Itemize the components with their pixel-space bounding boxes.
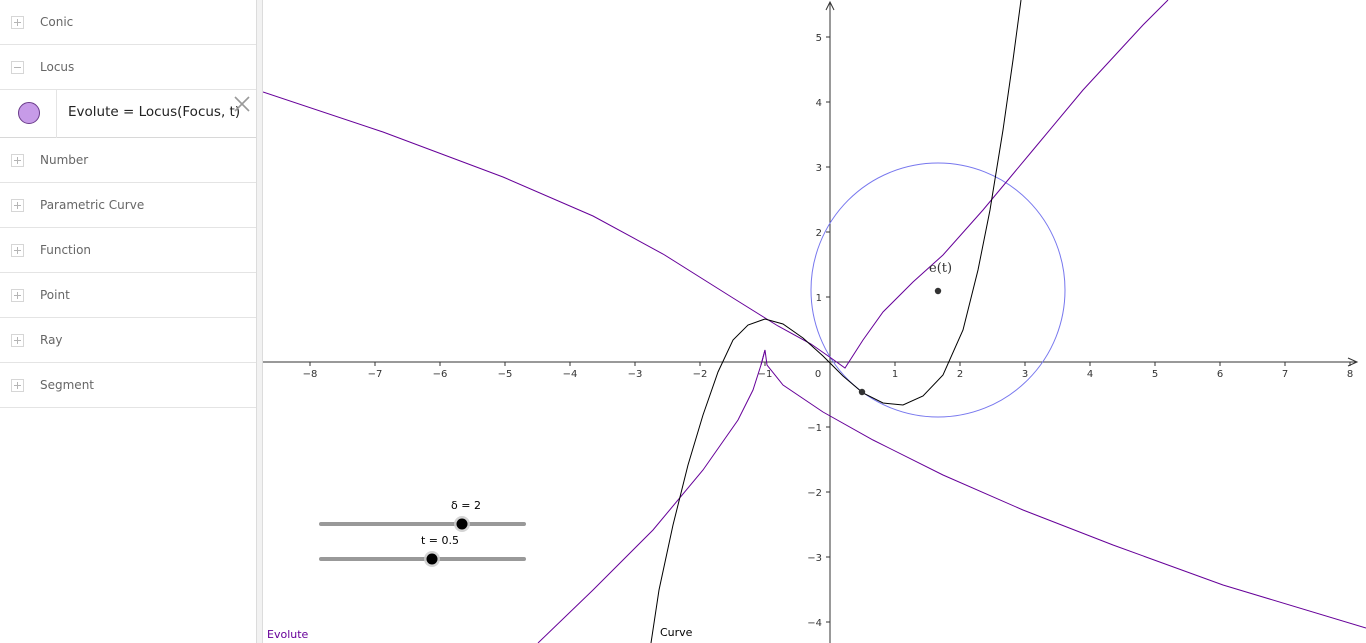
x-tick-label: 2: [957, 369, 963, 380]
curve-point[interactable]: [858, 388, 866, 396]
visibility-toggle-icon[interactable]: [18, 102, 40, 124]
x-tick-label: −8: [303, 369, 318, 380]
point-e-t[interactable]: [934, 287, 942, 295]
x-tick-label: −1: [758, 369, 773, 380]
expand-plus-icon[interactable]: [11, 16, 24, 29]
category-label: Ray: [40, 333, 63, 347]
curve[interactable]: [650, 0, 1022, 643]
slider-delta[interactable]: δ = 2: [319, 499, 526, 532]
x-tick-label: 5: [1152, 369, 1158, 380]
category-label: Segment: [40, 378, 94, 392]
category-parametric-curve[interactable]: Parametric Curve: [0, 183, 256, 228]
collapse-minus-icon[interactable]: [11, 61, 24, 74]
x-tick-label: −6: [433, 369, 448, 380]
evolute-label: Evolute: [267, 628, 309, 641]
category-label: Conic: [40, 15, 74, 29]
slider-t-label: t = 0.5: [421, 534, 459, 547]
category-label: Number: [40, 153, 89, 167]
graphics-canvas[interactable]: −8 −7 −6 −5 −4 −3 −2 −1 0 1 2 3 4 5 6 7 8 54321−1−2−3−4 …: [263, 0, 1366, 643]
y-tick-label: −3: [807, 553, 822, 564]
category-function[interactable]: Function: [0, 228, 256, 273]
algebra-view: Conic Locus Evolute = Locus(Focus, t) Nu…: [0, 0, 256, 643]
category-point[interactable]: Point: [0, 273, 256, 318]
x-tick-label: 6: [1217, 369, 1223, 380]
slider-t-handle-dot[interactable]: [426, 553, 438, 565]
algebra-item-evolute[interactable]: Evolute = Locus(Focus, t): [0, 90, 256, 138]
y-tick-label: 3: [816, 163, 822, 174]
evolute-branch-lower[interactable]: [537, 349, 1366, 643]
category-segment[interactable]: Segment: [0, 363, 256, 408]
y-tick-label: −1: [807, 423, 822, 434]
x-tick-label: −3: [628, 369, 643, 380]
object-definition[interactable]: Evolute = Locus(Focus, t): [68, 90, 240, 134]
expand-plus-icon[interactable]: [11, 289, 24, 302]
x-tick-label: −4: [563, 369, 578, 380]
y-tick-label: 5: [816, 33, 822, 44]
curve-label: Curve: [660, 626, 693, 639]
evolute-branch-left[interactable]: [263, 0, 1169, 369]
y-tick-label: −2: [807, 488, 822, 499]
x-tick-label: −2: [693, 369, 708, 380]
category-label: Function: [40, 243, 92, 257]
y-axis-ticks: 5 4 3 2 1 −1 −2 −3 −4: [807, 33, 830, 629]
slider-delta-handle-dot[interactable]: [456, 518, 468, 530]
expand-plus-icon[interactable]: [11, 334, 24, 347]
x-tick-label: 7: [1282, 369, 1288, 380]
slider-delta-label: δ = 2: [451, 499, 481, 512]
y-tick-label: −4: [807, 618, 822, 629]
expand-plus-icon[interactable]: [11, 154, 24, 167]
y-tick-label: 4: [816, 98, 822, 109]
expand-plus-icon[interactable]: [11, 199, 24, 212]
category-locus[interactable]: Locus: [0, 45, 256, 90]
y-tick-label: 2: [816, 228, 822, 239]
category-label: Locus: [40, 60, 75, 74]
category-label: Parametric Curve: [40, 198, 145, 212]
close-icon[interactable]: [232, 94, 252, 114]
expand-plus-icon[interactable]: [11, 379, 24, 392]
expand-plus-icon[interactable]: [11, 244, 24, 257]
x-tick-label: −5: [498, 369, 513, 380]
x-tick-label: 0: [815, 369, 821, 380]
graphics-view[interactable]: −8 −7 −6 −5 −4 −3 −2 −1 0 1 2 3 4 5 6 7 8 5 4 3 2 1 −1 −2 −3 −4 …: [263, 0, 1366, 643]
category-conic[interactable]: Conic: [0, 0, 256, 45]
y-tick-label: 1: [816, 293, 822, 304]
evolute-cusp-top[interactable]: [760, 349, 766, 366]
item-separator: [56, 90, 57, 138]
x-tick-label: 4: [1087, 369, 1093, 380]
category-label: Point: [40, 288, 70, 302]
slider-t[interactable]: t = 0.5: [319, 534, 526, 567]
point-label-e-t: e(t): [929, 261, 952, 276]
view-splitter[interactable]: [256, 0, 263, 643]
x-tick-label: 3: [1022, 369, 1028, 380]
x-axis-ticks: −8 −7 −6 −5 −4 −3 −2 −1 0 1 2 3 4 5 6 7 8: [303, 362, 1353, 380]
x-tick-label: −7: [368, 369, 383, 380]
x-tick-label: 8: [1347, 369, 1353, 380]
category-ray[interactable]: Ray: [0, 318, 256, 363]
category-number[interactable]: Number: [0, 138, 256, 183]
